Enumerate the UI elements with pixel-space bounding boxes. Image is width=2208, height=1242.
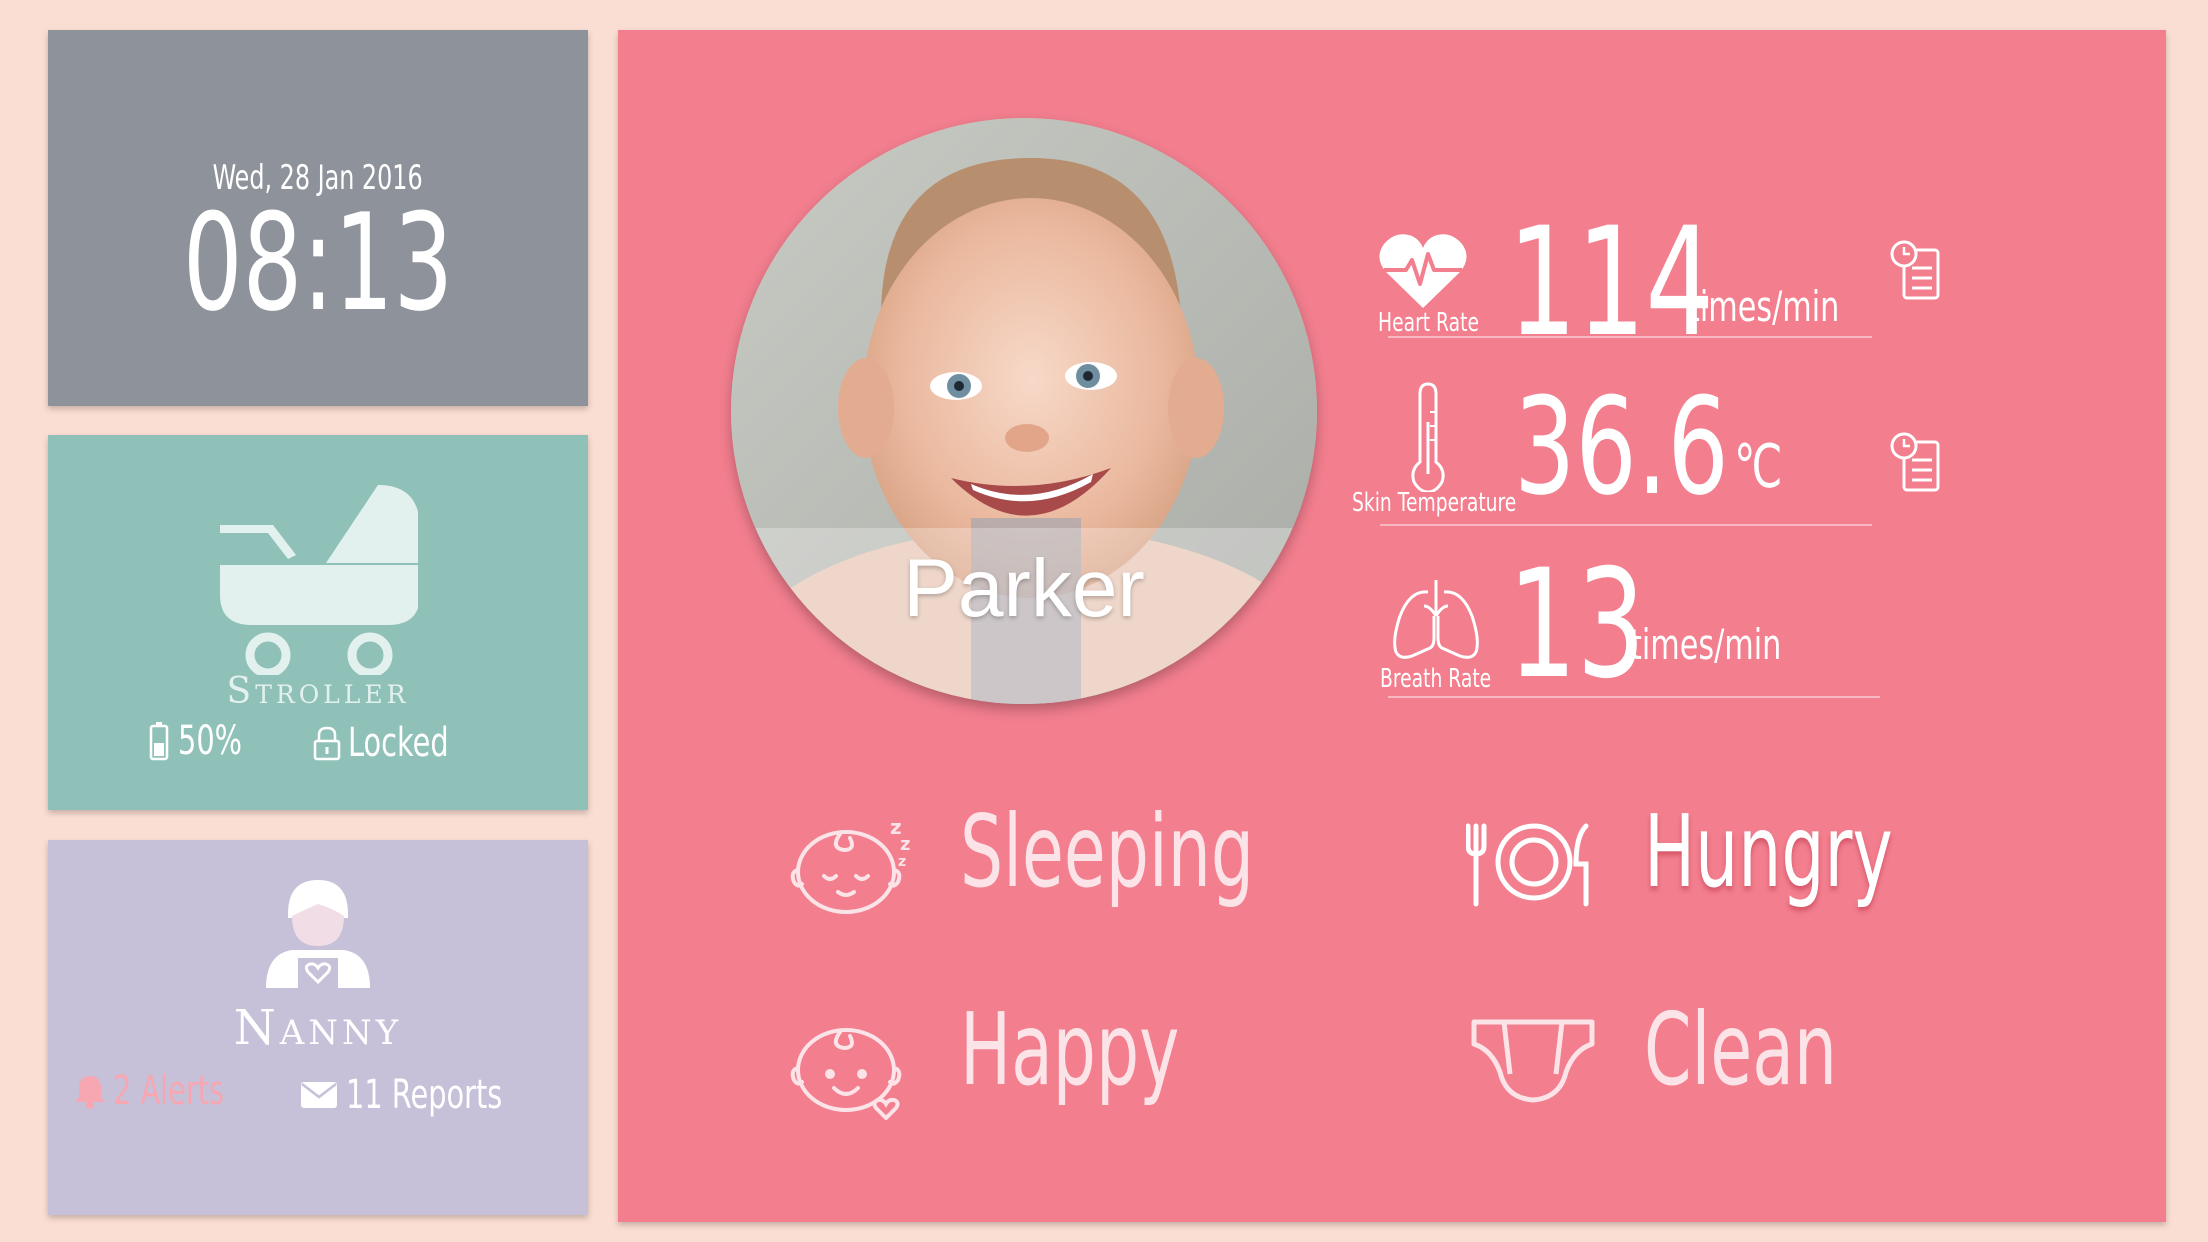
reports-count: 11 Reports xyxy=(345,1072,503,1118)
baby-avatar[interactable]: Parker xyxy=(731,118,1317,704)
heart-rate-icon xyxy=(1378,230,1468,310)
heart-rate-unit: times/min xyxy=(1688,282,1840,331)
reports-link[interactable]: 11 Reports xyxy=(300,1072,563,1118)
skin-temperature-unit: ℃ xyxy=(1734,432,1783,502)
baby-name: Parker xyxy=(903,543,1145,634)
lock-value: Locked xyxy=(347,720,449,766)
battery-value: 50% xyxy=(178,718,243,764)
diaper-icon xyxy=(1470,1016,1596,1106)
nanny-card[interactable]: Nanny 2 Alerts 11 Reports xyxy=(48,840,588,1215)
lock-icon xyxy=(312,725,342,761)
happy-face-icon xyxy=(790,1010,920,1120)
bell-icon xyxy=(73,1073,107,1109)
stroller-icon xyxy=(218,475,418,675)
stroller-card[interactable]: Stroller 50% Locked xyxy=(48,435,588,810)
stroller-title: Stroller xyxy=(226,671,410,712)
thermometer-icon xyxy=(1408,382,1448,492)
sleeping-face-icon: z z z xyxy=(790,808,920,918)
lungs-icon xyxy=(1390,576,1482,662)
lock-status[interactable]: Locked xyxy=(312,720,488,766)
time-text: 08:13 xyxy=(182,185,454,341)
mail-icon xyxy=(300,1081,338,1109)
nanny-icon xyxy=(262,878,374,990)
clock-panel: Wed, 28 Jan 2016 08:13 xyxy=(48,30,588,406)
breath-rate-unit: times/min xyxy=(1630,620,1782,669)
svg-text:z: z xyxy=(898,854,906,870)
status-hungry[interactable]: Hungry xyxy=(1644,802,2010,902)
nanny-title: Nanny xyxy=(233,1000,403,1056)
alerts-link[interactable]: 2 Alerts xyxy=(73,1068,267,1114)
status-happy[interactable]: Happy xyxy=(960,1000,1283,1100)
status-clean[interactable]: Clean xyxy=(1644,1000,1928,1100)
battery-status: 50% xyxy=(148,718,267,764)
skin-temperature-report-icon[interactable] xyxy=(1888,430,1944,498)
svg-text:z: z xyxy=(900,834,910,855)
baby-monitor-panel: Parker Heart Rate 114 times/min Skin Tem… xyxy=(618,30,2166,1222)
alerts-count: 2 Alerts xyxy=(113,1068,225,1114)
status-sleeping[interactable]: Sleeping xyxy=(960,802,1392,902)
heart-rate-label: Heart Rate xyxy=(1378,308,1479,338)
heart-rate-report-icon[interactable] xyxy=(1888,238,1944,306)
battery-icon xyxy=(148,721,170,761)
plate-cutlery-icon xyxy=(1466,820,1596,910)
